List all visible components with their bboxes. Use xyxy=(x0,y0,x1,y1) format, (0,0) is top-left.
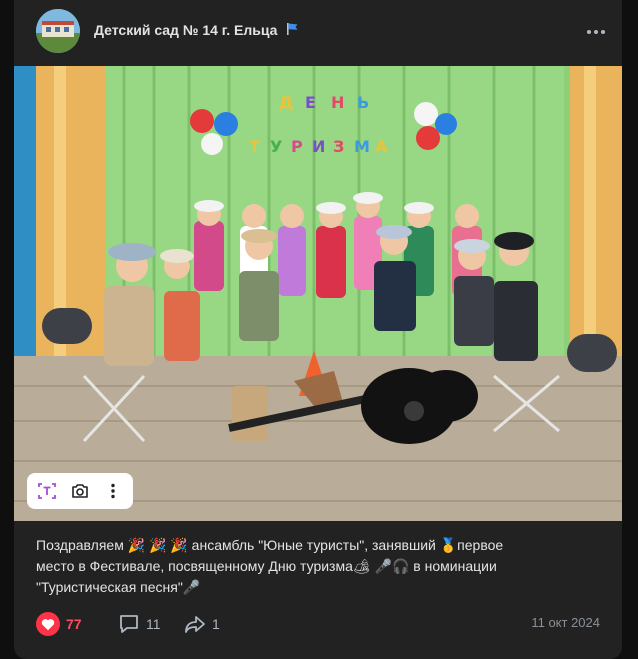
heart-icon xyxy=(36,612,60,636)
group-name[interactable]: Детский сад № 14 г. Ельца xyxy=(94,22,299,39)
banner-letter: Т xyxy=(249,137,260,156)
like-count: 77 xyxy=(66,616,82,632)
banner-letter: Н xyxy=(331,93,344,112)
share-count: 1 xyxy=(212,616,220,632)
blue-flag-icon xyxy=(285,22,299,39)
camera-icon xyxy=(72,484,88,498)
banner-letter: Е xyxy=(305,93,316,112)
share-icon xyxy=(185,616,205,633)
banner-letter: Д xyxy=(279,93,293,112)
post-photo[interactable]: ДЕНЬ ТУРИЗМА xyxy=(14,66,622,521)
comment-button[interactable]: 11 xyxy=(118,612,161,636)
banner-letter: З xyxy=(333,137,344,156)
text-recognition-button[interactable] xyxy=(33,477,61,505)
post-text-line: Поздравляем 🎉 🎉 🎉 ансамбль "Юные туристы… xyxy=(36,537,504,553)
post-header: Детский сад № 14 г. Ельца xyxy=(14,0,622,66)
banner-letter: М xyxy=(354,137,370,156)
image-search-button[interactable] xyxy=(66,477,94,505)
more-options-button[interactable] xyxy=(584,22,608,42)
comment-count: 11 xyxy=(146,616,161,632)
post-footer: 77 11 1 11 окт 2024 xyxy=(36,612,600,636)
post-text-line: место в Фестивале, посвященному Дню тури… xyxy=(36,558,497,574)
post-card: Детский сад № 14 г. Ельца Д Е Н Ь Т У Р … xyxy=(14,0,622,659)
banner-letter: И xyxy=(312,137,325,156)
banner-letter: Р xyxy=(291,137,303,156)
post-text-line: "Туристическая песня"🎤 xyxy=(36,579,201,595)
dot-icon xyxy=(594,30,598,34)
vertical-dots-icon xyxy=(110,483,115,499)
photo-more-button[interactable] xyxy=(99,477,127,505)
post-date[interactable]: 11 окт 2024 xyxy=(531,615,600,630)
comment-icon xyxy=(120,615,138,633)
dot-icon xyxy=(601,30,605,34)
banner-letter: Ь xyxy=(357,93,369,112)
banner-letter: А xyxy=(375,137,388,156)
group-name-text[interactable]: Детский сад № 14 г. Ельца xyxy=(94,22,277,38)
like-button[interactable]: 77 xyxy=(36,612,82,636)
photo-tools xyxy=(27,473,133,509)
post-text: Поздравляем 🎉 🎉 🎉 ансамбль "Юные туристы… xyxy=(36,535,592,598)
banner-letter: У xyxy=(270,137,282,156)
share-button[interactable]: 1 xyxy=(184,612,220,636)
text-scan-icon xyxy=(38,483,57,499)
group-avatar[interactable] xyxy=(36,9,80,53)
dot-icon xyxy=(587,30,591,34)
